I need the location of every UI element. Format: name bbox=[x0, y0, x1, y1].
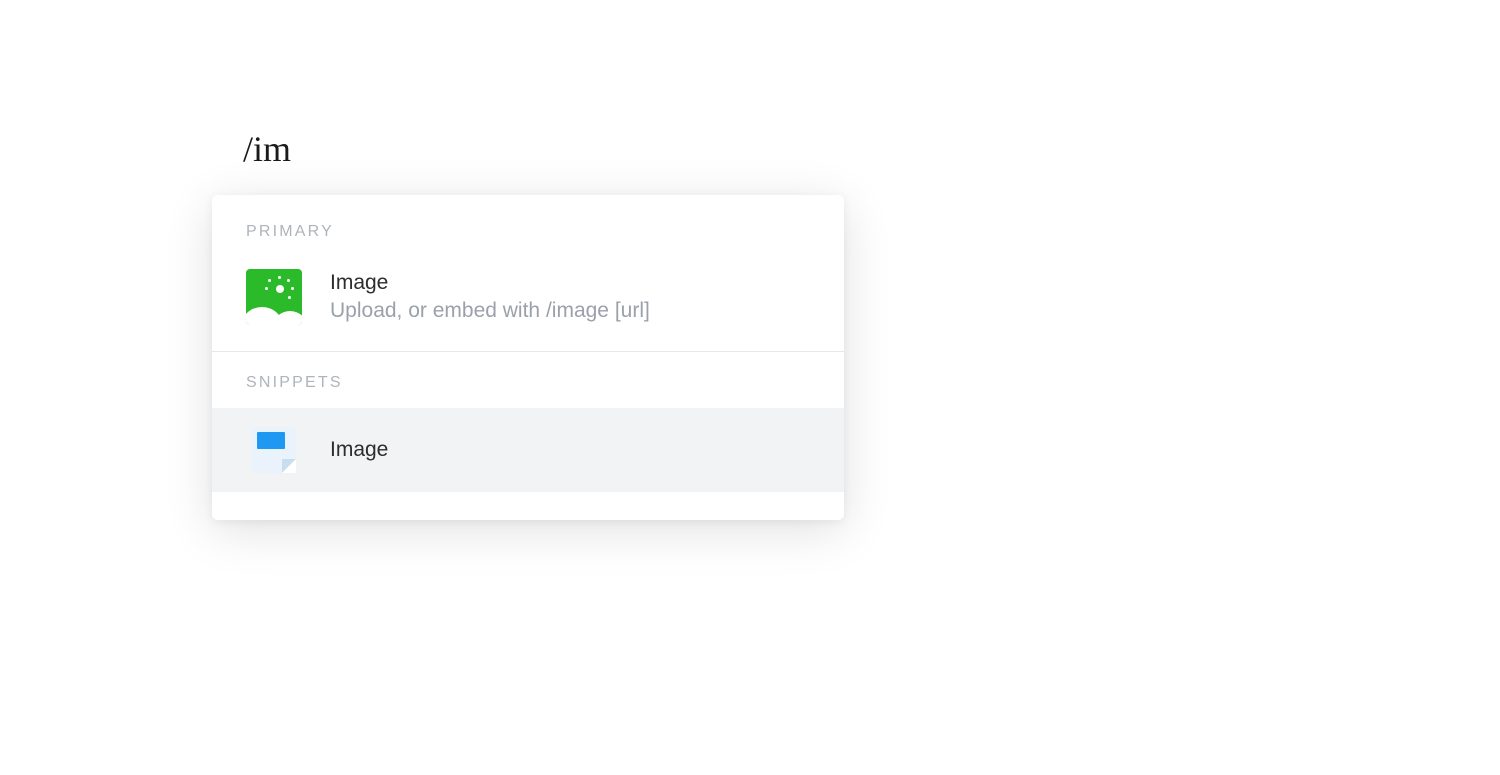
slash-command-input[interactable]: /im bbox=[243, 128, 291, 170]
section-header-primary: PRIMARY bbox=[212, 195, 844, 255]
primary-section: PRIMARY Image Upload, or embed with /ima bbox=[212, 195, 844, 351]
menu-item-description: Upload, or embed with /image [url] bbox=[330, 299, 650, 323]
bottom-pad bbox=[212, 492, 844, 520]
snippets-section: SNIPPETS Image bbox=[212, 352, 844, 492]
image-icon bbox=[246, 269, 302, 325]
menu-item-title: Image bbox=[330, 438, 388, 462]
menu-item-title: Image bbox=[330, 271, 650, 295]
snippet-icon bbox=[246, 426, 302, 474]
section-header-snippets: SNIPPETS bbox=[212, 352, 844, 408]
menu-item-image[interactable]: Image Upload, or embed with /image [url] bbox=[212, 255, 844, 351]
slash-command-menu: PRIMARY Image Upload, or embed with /ima bbox=[212, 195, 844, 520]
menu-item-snippet-image[interactable]: Image bbox=[212, 408, 844, 492]
